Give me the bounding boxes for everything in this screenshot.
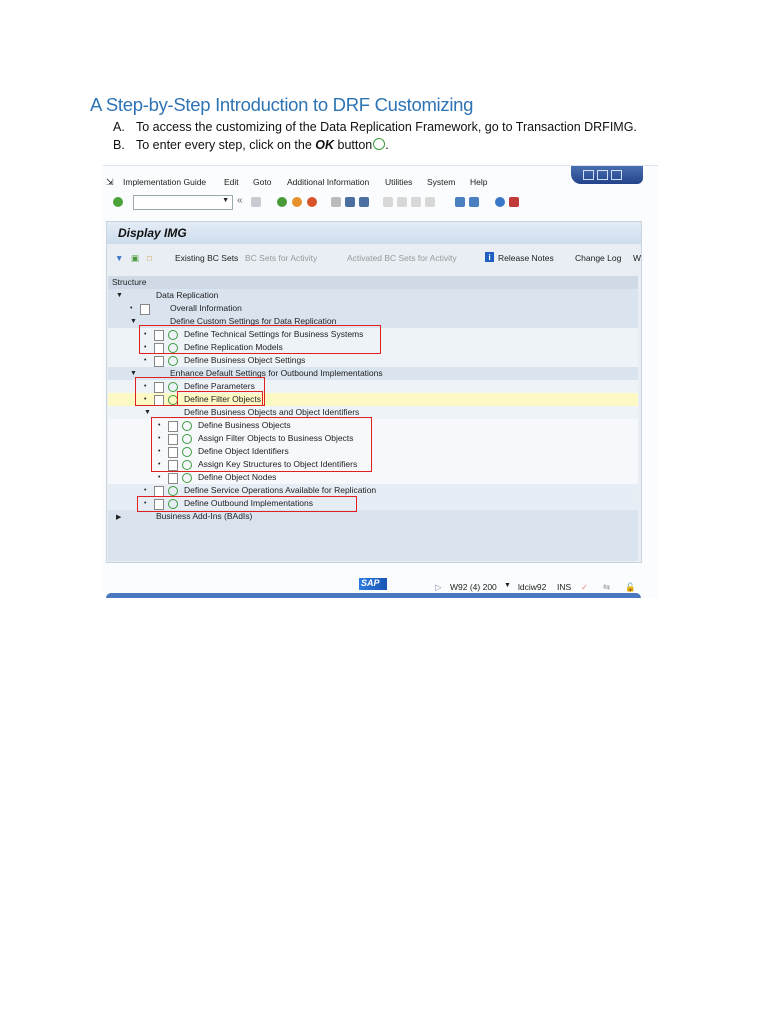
shortcut-icon[interactable]	[469, 197, 479, 207]
input-mode: INS	[557, 582, 572, 592]
change-log-button[interactable]: Change Log	[575, 253, 621, 263]
tree-node[interactable]: ▼ Data Replication	[108, 289, 638, 302]
prev-page-icon[interactable]	[397, 197, 407, 207]
bullet-icon[interactable]: •	[144, 357, 146, 364]
bottom-bar	[106, 593, 641, 598]
menu-goto[interactable]: Goto	[253, 177, 271, 187]
status-toggle-icon[interactable]: ▷	[435, 582, 442, 593]
tree-node[interactable]: • Overall Information	[108, 302, 638, 315]
menu-utilities[interactable]: Utilities	[385, 177, 412, 187]
next-page-icon[interactable]	[411, 197, 421, 207]
tree-node-label[interactable]: Define Service Operations Available for …	[184, 485, 376, 495]
new-session-icon[interactable]	[455, 197, 465, 207]
tree-node-label[interactable]: Data Replication	[156, 290, 218, 300]
expand-arrow-icon[interactable]: ▼	[130, 370, 137, 377]
menu-edit[interactable]: Edit	[224, 177, 239, 187]
import-icon[interactable]: ▣	[131, 253, 139, 264]
step-label: A.	[113, 120, 125, 134]
bc-sets-for-activity-button[interactable]: BC Sets for Activity	[245, 253, 317, 263]
print-icon[interactable]	[331, 197, 341, 207]
step-end: .	[385, 138, 389, 152]
find-icon[interactable]	[345, 197, 355, 207]
panel-title: Display IMG	[118, 226, 187, 240]
tree-node[interactable]: • Define Object Nodes	[108, 471, 638, 485]
panel-header: Display IMG	[107, 222, 641, 244]
annotation-box	[177, 391, 263, 406]
sap-screenshot: ⇲ Implementation Guide Edit Goto Additio…	[103, 165, 658, 598]
help-icon[interactable]	[495, 197, 505, 207]
system-dropdown-icon[interactable]: ▼	[504, 582, 511, 589]
collapse-icon[interactable]: «	[237, 195, 243, 206]
sap-logo: SAP	[359, 578, 387, 590]
maximize-icon[interactable]	[597, 170, 608, 180]
cancel-icon[interactable]	[307, 197, 317, 207]
step-text: To enter every step, click on the OK but…	[136, 138, 389, 152]
menu-icon[interactable]: ⇲	[106, 177, 114, 188]
menu-system[interactable]: System	[427, 177, 455, 187]
collapsed-arrow-icon[interactable]: ▶	[116, 513, 121, 521]
documentation-icon[interactable]	[168, 473, 178, 484]
save-icon[interactable]	[251, 197, 261, 207]
expand-arrow-icon[interactable]: ▼	[130, 318, 137, 325]
overflow-button[interactable]: W	[633, 253, 641, 263]
bullet-icon[interactable]: •	[158, 474, 160, 481]
menu-additional-information[interactable]: Additional Information	[287, 177, 369, 187]
document-page: A Step-by-Step Introduction to DRF Custo…	[0, 0, 768, 1024]
documentation-icon[interactable]	[140, 304, 150, 315]
expand-arrow-icon[interactable]: ▼	[116, 292, 123, 299]
bullet-icon[interactable]: •	[144, 487, 146, 494]
step-text-after: button	[334, 138, 373, 152]
first-page-icon[interactable]	[383, 197, 393, 207]
execute-activity-icon[interactable]	[168, 486, 178, 496]
copy-icon[interactable]: □	[147, 253, 152, 263]
activated-bc-sets-button[interactable]: Activated BC Sets for Activity	[347, 253, 457, 263]
info-icon: i	[485, 252, 494, 262]
release-notes-button[interactable]: Release Notes	[498, 253, 554, 263]
ok-label: OK	[315, 138, 335, 152]
step-text-before: To enter every step, click on the	[136, 138, 316, 152]
sync-icon: ⇆	[603, 582, 611, 592]
window-controls	[571, 166, 643, 184]
exit-icon[interactable]	[292, 197, 302, 207]
annotation-box	[137, 496, 357, 512]
structure-header: Structure	[108, 276, 638, 289]
expand-arrow-icon[interactable]: ▼	[144, 409, 151, 416]
tree-node[interactable]: • Define Business Object Settings	[108, 354, 638, 368]
enter-check-icon[interactable]	[113, 197, 123, 207]
execute-activity-icon[interactable]	[168, 356, 178, 366]
execute-activity-icon[interactable]	[182, 473, 192, 483]
system-info[interactable]: W92 (4) 200	[450, 582, 497, 592]
last-page-icon[interactable]	[425, 197, 435, 207]
tree-node-label[interactable]: Define Object Nodes	[198, 472, 276, 482]
menu-implementation-guide[interactable]: Implementation Guide	[123, 177, 206, 187]
step-text: To access the customizing of the Data Re…	[136, 120, 637, 134]
annotation-box	[151, 417, 372, 472]
minimize-icon[interactable]	[583, 170, 594, 180]
find-next-icon[interactable]	[359, 197, 369, 207]
server-name: ldciw92	[518, 582, 547, 592]
documentation-icon[interactable]	[154, 356, 164, 367]
structure-label: Structure	[112, 277, 147, 287]
step-label: B.	[113, 138, 125, 152]
menu-help[interactable]: Help	[470, 177, 487, 187]
existing-bc-sets-button[interactable]: Existing BC Sets	[175, 253, 238, 263]
annotation-box	[139, 325, 381, 354]
command-field[interactable]: ▼	[133, 195, 233, 210]
tree-node-label[interactable]: Define Business Object Settings	[184, 355, 305, 365]
layout-icon[interactable]	[509, 197, 519, 207]
ok-clock-icon	[373, 138, 386, 150]
lock-icon: 🔓	[625, 582, 636, 592]
status-icon: ✓	[581, 582, 589, 592]
tree-node-label[interactable]: Overall Information	[170, 303, 242, 313]
filter-icon[interactable]: ▼	[115, 253, 123, 263]
back-icon[interactable]	[277, 197, 287, 207]
document-title: A Step-by-Step Introduction to DRF Custo…	[90, 94, 474, 115]
close-icon[interactable]	[611, 170, 622, 180]
tree-node-label[interactable]: Define Business Objects and Object Ident…	[184, 407, 359, 417]
tree-node-label[interactable]: Business Add-Ins (BAdIs)	[156, 511, 252, 521]
bullet-icon[interactable]: •	[130, 305, 132, 312]
